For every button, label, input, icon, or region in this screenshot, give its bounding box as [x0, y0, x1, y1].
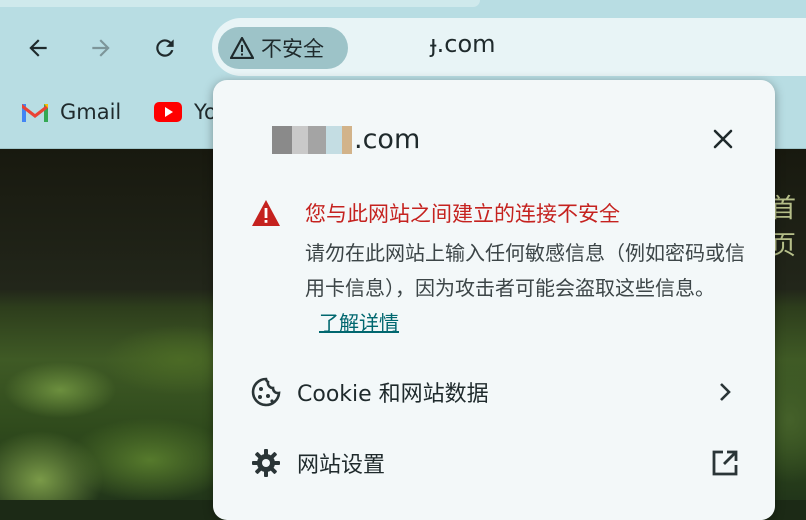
reload-button[interactable] [145, 28, 185, 68]
gmail-icon [22, 104, 48, 122]
close-icon [713, 129, 733, 149]
learn-more-link[interactable]: 了解详情 [319, 311, 399, 335]
popup-site-name: .com [272, 124, 420, 155]
arrow-left-icon [29, 39, 47, 57]
tab-strip [0, 0, 480, 7]
bookmark-gmail[interactable]: Gmail [22, 100, 121, 124]
blurred-domain-part [342, 125, 352, 154]
url-text[interactable]: ɟ.com [430, 30, 496, 58]
warning-body-text: 请勿在此网站上输入任何敏感信息（例如密码或信用卡信息），因为攻击者可能会盗取这些… [305, 241, 745, 300]
gear-icon [252, 449, 280, 477]
cookie-site-data-row[interactable]: Cookie 和网站数据 [213, 360, 775, 424]
security-chip-label: 不安全 [261, 37, 324, 61]
blurred-domain-part [292, 125, 308, 154]
chevron-right-icon [709, 376, 741, 408]
bookmark-youtube[interactable]: Yo [154, 100, 217, 124]
warning-body: 请勿在此网站上输入任何敏感信息（例如密码或信用卡信息），因为攻击者可能会盗取这些… [305, 236, 745, 341]
cookie-icon [251, 377, 281, 407]
security-chip[interactable]: 不安全 [218, 27, 348, 69]
blurred-domain-part [308, 125, 326, 154]
warning-title: 您与此网站之间建立的连接不安全 [305, 202, 620, 226]
cookie-row-label: Cookie 和网站数据 [297, 382, 489, 407]
bookmark-gmail-label: Gmail [60, 100, 122, 124]
youtube-icon [154, 102, 182, 122]
site-settings-label: 网站设置 [297, 453, 386, 478]
popup-site-suffix: .com [354, 124, 421, 155]
reload-icon [156, 39, 174, 57]
arrow-right-icon [92, 39, 110, 57]
blurred-domain-part [326, 125, 342, 154]
back-button[interactable] [18, 28, 58, 68]
popup-close-button[interactable] [706, 122, 740, 156]
warning-triangle-icon [252, 200, 280, 226]
site-settings-row[interactable]: 网站设置 [213, 431, 775, 495]
blurred-domain [272, 125, 292, 154]
warning-triangle-icon [230, 37, 254, 59]
open-in-new-icon [709, 447, 741, 479]
forward-button[interactable] [81, 28, 121, 68]
page-nav-text[interactable]: 首页 [770, 188, 806, 262]
